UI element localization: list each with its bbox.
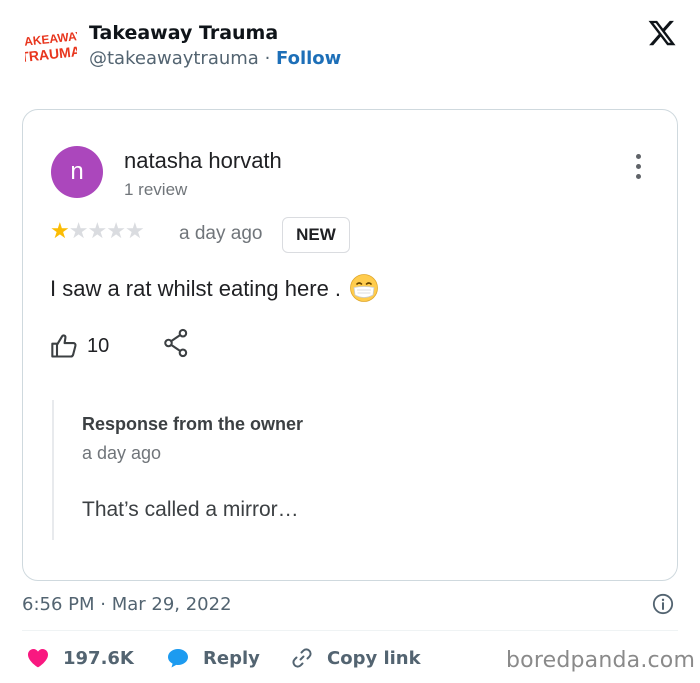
boredpanda-watermark: boredpanda.com	[506, 648, 696, 673]
author-line: @takeawaytrauma · Follow	[89, 48, 341, 69]
star-filled-icon: ★	[50, 219, 70, 244]
face-with-medical-mask-icon	[350, 274, 379, 302]
author-name[interactable]: Takeaway Trauma	[89, 22, 278, 44]
takeaway-trauma-logo[interactable]: TAKEAWAY TRAUMA	[25, 26, 77, 68]
star-empty-icon: ★	[87, 219, 107, 244]
thumbs-up-icon	[51, 334, 77, 358]
star-rating: ★★★★★	[50, 219, 145, 244]
owner-response-text: That’s called a mirror…	[82, 498, 299, 521]
star-empty-icon: ★	[68, 219, 89, 244]
reviewer-avatar: n	[51, 146, 103, 198]
copy-link-button[interactable]: Copy link	[290, 646, 421, 670]
owner-response: Response from the owner a day ago That’s…	[52, 400, 392, 540]
review-time: a day ago	[179, 223, 263, 244]
link-icon	[292, 648, 312, 668]
more-options-icon	[631, 152, 645, 182]
review-text: I saw a rat whilst eating here .	[50, 276, 342, 301]
author-handle[interactable]: @takeawaytrauma	[89, 48, 259, 69]
star-empty-icon: ★	[124, 219, 145, 244]
like-count: 197.6K	[63, 647, 134, 669]
tweet-timestamp[interactable]: 6:56 PM · Mar 29, 2022	[22, 594, 232, 615]
info-icon[interactable]	[652, 593, 674, 615]
review-like-count: 10	[87, 335, 110, 357]
share-icon	[164, 328, 188, 358]
reply-bubble-icon	[168, 649, 188, 668]
review-screenshot-card[interactable]: n natasha horvath 1 review ★★★★★ a day a…	[22, 109, 678, 581]
owner-response-title: Response from the owner	[82, 414, 304, 434]
x-logo-icon[interactable]	[646, 18, 678, 48]
divider	[22, 630, 678, 631]
new-badge: NEW	[282, 217, 350, 253]
reviewer-review-count: 1 review	[124, 180, 188, 199]
tweet: TAKEAWAY TRAUMA Takeaway Trauma @takeawa…	[0, 0, 700, 683]
reply-button[interactable]: Reply	[166, 646, 260, 670]
owner-response-time: a day ago	[82, 443, 162, 463]
handle-separator: ·	[258, 48, 277, 69]
review-text-line: I saw a rat whilst eating here .	[50, 273, 379, 303]
reviewer-name: natasha horvath	[124, 148, 282, 173]
heart-icon	[28, 649, 48, 668]
follow-button[interactable]: Follow	[276, 48, 341, 69]
reply-label: Reply	[203, 647, 260, 669]
star-empty-icon: ★	[106, 219, 126, 244]
like-button[interactable]: 197.6K	[26, 646, 134, 670]
copy-link-label: Copy link	[327, 647, 421, 669]
